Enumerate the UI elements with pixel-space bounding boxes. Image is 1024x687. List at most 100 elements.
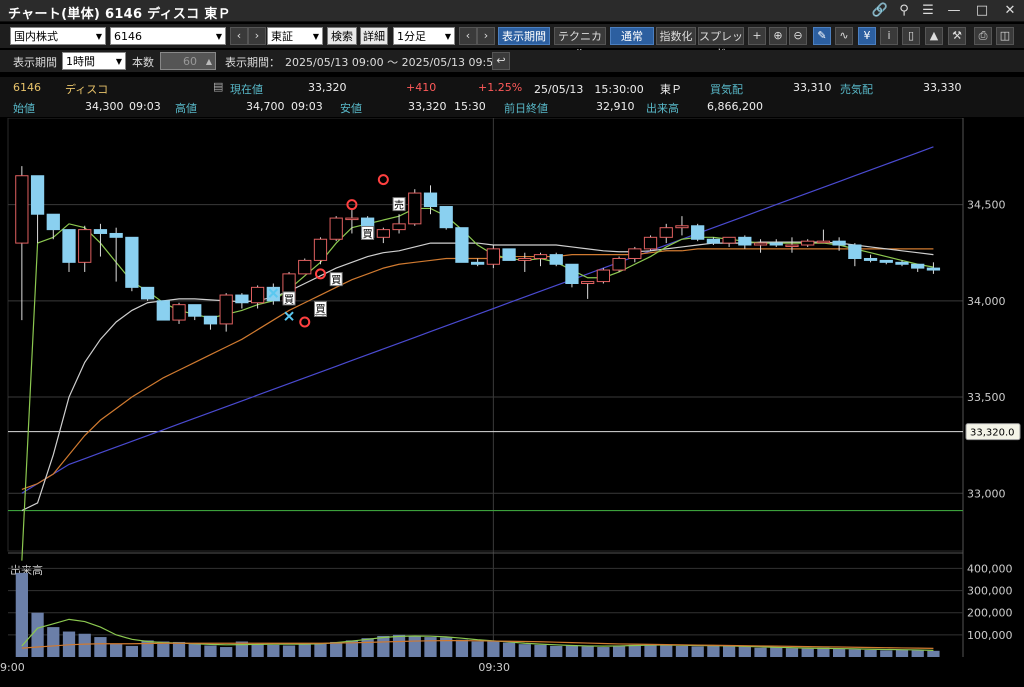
candle-down <box>235 294 249 304</box>
save-icon[interactable]: ◫ <box>996 27 1014 45</box>
exchange-select[interactable]: 東証 ▼ <box>267 27 323 45</box>
info-icon[interactable]: i <box>880 27 898 45</box>
candle-down <box>62 229 76 263</box>
change-percent: +1.25% <box>478 81 523 94</box>
volume-bar <box>628 644 641 657</box>
zoom-in-icon[interactable]: ⊕ <box>769 27 787 45</box>
candle-down <box>203 315 218 325</box>
technical-button[interactable]: テクニカル <box>554 27 606 60</box>
candle-down <box>125 236 139 288</box>
search-icon[interactable]: ⚲ <box>892 0 916 22</box>
candle-up <box>816 240 831 244</box>
detail-button[interactable]: 詳細 <box>360 27 388 45</box>
normal-mode-button[interactable]: 通常 <box>610 27 654 45</box>
prev-code-button[interactable]: ‹ <box>230 27 248 45</box>
interval-select[interactable]: 1分足 ▼ <box>393 27 455 45</box>
low-label: 安値 <box>340 102 362 115</box>
close-icon[interactable]: ✕ <box>996 0 1024 22</box>
price-tick-label: 34,000 <box>967 295 1006 308</box>
return-icon[interactable]: ↩ <box>492 52 510 70</box>
candle-down <box>848 244 862 259</box>
crosshair-icon[interactable]: + <box>748 27 766 45</box>
count-input[interactable]: 60 ▲ <box>160 52 216 70</box>
period-toolbar: 表示期間 1時間 ▼ 本数 60 ▲ 表示期間： 2025/05/13 09:00 … <box>0 50 1024 72</box>
minimize-icon[interactable]: — <box>940 0 968 22</box>
candle-down <box>140 286 155 300</box>
spread-mode-button[interactable]: スプレッド <box>698 27 744 60</box>
period-select[interactable]: 1時間 ▼ <box>62 52 126 70</box>
volume-bar <box>612 645 626 657</box>
quote-panel: 6146 ディスコ ▤ 現在値 33,320 +410 +1.25% 25/05… <box>0 77 1024 117</box>
interval-select-value: 1分足 <box>397 30 426 43</box>
candle-up <box>345 217 359 221</box>
chevron-down-icon: ▼ <box>95 32 102 41</box>
volume-bar <box>204 645 217 657</box>
market-select[interactable]: 国内株式 ▼ <box>10 27 106 45</box>
candle-down <box>565 263 579 285</box>
code-input[interactable]: 6146 ▼ <box>110 27 226 45</box>
volume-bar <box>565 645 579 657</box>
link-icon[interactable]: 🔗 <box>868 0 892 22</box>
candle-up <box>675 225 689 229</box>
quote-datetime: 25/05/13 15:30:00 <box>534 83 644 96</box>
stepper-icon: ▲ <box>205 57 212 66</box>
candle-up <box>596 269 611 283</box>
candle-down <box>93 229 108 234</box>
volume-bar <box>597 647 610 657</box>
volume-bar <box>518 644 531 657</box>
candle-down <box>156 300 170 321</box>
wave-icon[interactable]: ∿ <box>835 27 853 45</box>
candle-up <box>408 192 422 225</box>
candle-icon[interactable]: ▯ <box>902 27 920 45</box>
candle-up <box>376 229 390 238</box>
volume-bar <box>188 643 201 657</box>
wrench-icon[interactable]: ⚒ <box>948 27 966 45</box>
candle-up <box>518 257 532 261</box>
trade-label: 売 <box>394 199 404 212</box>
candle-down <box>502 248 516 261</box>
volume-bar <box>267 644 280 657</box>
volume-bar <box>487 641 500 657</box>
chevron-down-icon: ▼ <box>312 32 319 41</box>
trade-label: 買 <box>315 304 325 316</box>
zoom-out-icon[interactable]: ⊖ <box>789 27 807 45</box>
volume-bar <box>754 647 767 657</box>
chevron-down-icon: ▼ <box>115 57 122 66</box>
yen-icon[interactable]: ¥ <box>858 27 876 45</box>
quote-market: 東Ｐ <box>660 83 682 96</box>
open-value: 34,300 <box>85 100 124 113</box>
maximize-icon[interactable]: □ <box>968 0 996 22</box>
next-period-button[interactable]: › <box>477 27 495 45</box>
period-label: 表示期間 <box>13 56 57 69</box>
volume-bar <box>550 645 563 657</box>
next-code-button[interactable]: › <box>248 27 266 45</box>
pen-icon[interactable]: ✎ <box>813 27 831 45</box>
candle-up <box>785 244 799 248</box>
area-chart-icon[interactable]: ▲ <box>925 27 943 45</box>
volume-bar <box>785 648 799 657</box>
volume-bar <box>78 633 91 657</box>
open-time: 09:03 <box>129 100 161 113</box>
volume-bar <box>832 649 846 657</box>
volume-bar <box>738 646 751 657</box>
search-button[interactable]: 検索 <box>327 27 357 45</box>
quote-name: ディスコ <box>65 83 109 96</box>
price-chart[interactable]: 34,50034,00033,50033,00033,320.0買売買買買売出来… <box>0 118 1024 687</box>
volume-bar <box>471 641 484 657</box>
prev-period-button[interactable]: ‹ <box>459 27 477 45</box>
current-price: 33,320 <box>308 81 347 94</box>
print-icon[interactable]: ⎙ <box>974 27 992 45</box>
volume-bar <box>581 646 594 657</box>
buy-signal-marker <box>299 316 311 328</box>
volume-bar <box>534 644 547 657</box>
candle-up <box>172 304 186 321</box>
range-value: 2025/05/13 09:00 ～ 2025/05/13 09:59 <box>285 56 501 69</box>
period-button[interactable]: 表示期間 <box>498 27 550 45</box>
candle-down <box>423 192 438 208</box>
volume-bar <box>314 643 327 657</box>
candle-down <box>30 175 45 215</box>
candle-up <box>659 227 673 238</box>
memo-icon[interactable]: ▤ <box>213 80 223 93</box>
index-mode-button[interactable]: 指数化 <box>656 27 696 45</box>
menu-icon[interactable]: ☰ <box>916 0 940 22</box>
